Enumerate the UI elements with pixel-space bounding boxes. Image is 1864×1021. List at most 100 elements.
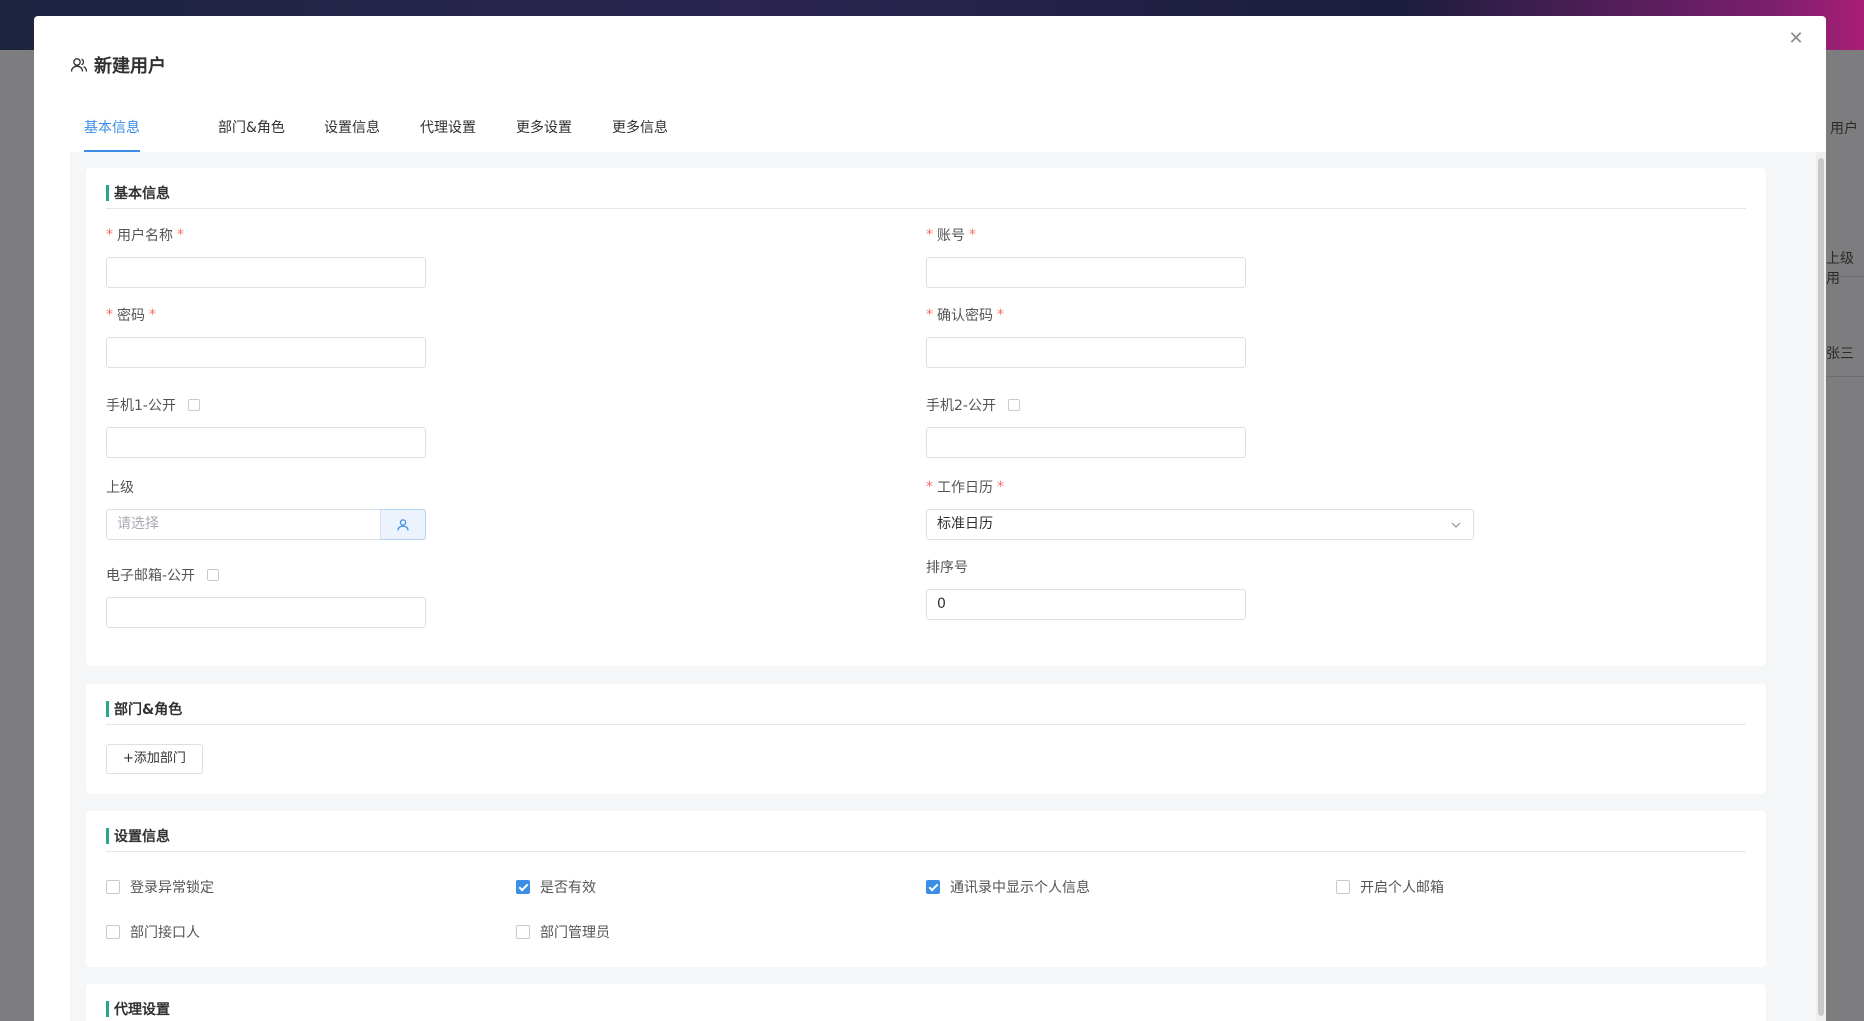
new-user-dialog: ✕ 新建用户 基本信息 部门&角色 设置信息 代理设置 更多设置 更多信息 基本…	[34, 16, 1826, 1021]
section-accent-bar	[106, 828, 109, 844]
basic-info-section: 基本信息 * 用户名称 * * 账号 * * 密码 * * 确认密码 * 手机1…	[86, 168, 1766, 666]
required-mark: *	[149, 307, 156, 323]
dept-admin-checkbox[interactable]	[516, 925, 530, 939]
is-valid-label: 是否有效	[540, 880, 596, 896]
show-in-directory-label: 通讯录中显示个人信息	[950, 880, 1090, 896]
dept-admin-option[interactable]: 部门管理员	[516, 922, 610, 942]
tab-proxy-settings[interactable]: 代理设置	[420, 106, 476, 150]
is-valid-checkbox[interactable]	[516, 880, 530, 894]
user-group-icon	[70, 58, 88, 72]
password-label: * 密码 *	[106, 305, 156, 325]
tab-more-info[interactable]: 更多信息	[612, 106, 668, 150]
section-accent-bar	[106, 185, 109, 201]
phone1-public-checkbox[interactable]	[187, 399, 200, 411]
section-title: 部门&角色	[114, 702, 183, 718]
section-title: 设置信息	[114, 829, 170, 845]
bg-divider	[1826, 376, 1864, 377]
username-input[interactable]	[106, 257, 426, 288]
tab-settings-info[interactable]: 设置信息	[324, 106, 380, 150]
dept-contact-checkbox[interactable]	[106, 925, 120, 939]
personal-email-label: 开启个人邮箱	[1360, 880, 1444, 896]
confirm-password-label-text: 确认密码	[937, 308, 993, 324]
dialog-title: 新建用户	[70, 52, 166, 78]
required-mark: *	[926, 227, 933, 243]
tab-basic-info[interactable]: 基本信息	[84, 106, 140, 152]
phone2-input[interactable]	[926, 427, 1246, 458]
close-icon[interactable]: ✕	[1784, 26, 1808, 50]
required-mark: *	[997, 479, 1004, 495]
phone2-label-text: 手机2-公开	[926, 398, 996, 414]
required-mark: *	[106, 227, 113, 243]
chevron-down-icon	[1451, 522, 1461, 528]
superior-label-text: 上级	[106, 480, 134, 496]
sort-no-label-text: 排序号	[926, 560, 968, 576]
required-mark: *	[969, 227, 976, 243]
work-calendar-label: * 工作日历 *	[926, 477, 1004, 497]
show-in-directory-checkbox[interactable]	[926, 880, 940, 894]
bg-cell: 张三	[1826, 346, 1854, 362]
dialog-title-text: 新建用户	[94, 56, 166, 77]
personal-email-checkbox[interactable]	[1336, 880, 1350, 894]
section-accent-bar	[106, 701, 109, 717]
select-user-button[interactable]	[380, 509, 426, 540]
is-valid-option[interactable]: 是否有效	[516, 877, 596, 897]
confirm-password-input[interactable]	[926, 337, 1246, 368]
required-mark: *	[106, 307, 113, 323]
scrollbar[interactable]	[1816, 152, 1826, 1021]
section-header: 代理设置	[106, 994, 1746, 1021]
form-scroll-area[interactable]: 基本信息 * 用户名称 * * 账号 * * 密码 * * 确认密码 * 手机1…	[70, 152, 1826, 1021]
email-public-checkbox[interactable]	[207, 569, 220, 581]
scrollbar-thumb[interactable]	[1818, 158, 1824, 1016]
password-label-text: 密码	[117, 308, 145, 324]
work-calendar-value: 标准日历	[937, 516, 993, 532]
phone2-public-checkbox[interactable]	[1007, 399, 1020, 411]
required-mark: *	[926, 479, 933, 495]
proxy-settings-section: 代理设置	[86, 984, 1766, 1021]
section-header: 设置信息	[106, 821, 1746, 852]
dept-admin-label: 部门管理员	[540, 925, 610, 941]
dept-contact-option[interactable]: 部门接口人	[106, 922, 200, 942]
tab-dept-role[interactable]: 部门&角色	[218, 106, 285, 150]
username-label: * 用户名称 *	[106, 225, 184, 245]
required-mark: *	[997, 307, 1004, 323]
section-accent-bar	[106, 1001, 109, 1017]
email-label: 电子邮箱-公开	[106, 565, 220, 585]
account-label-text: 账号	[937, 228, 965, 244]
settings-info-section: 设置信息 登录异常锁定 是否有效 通讯录中显示个人信息 开启个人邮箱 部门接口人	[86, 811, 1766, 967]
phone2-label: 手机2-公开	[926, 395, 1020, 415]
password-input[interactable]	[106, 337, 426, 368]
email-input[interactable]	[106, 597, 426, 628]
work-calendar-select[interactable]: 标准日历	[926, 509, 1474, 540]
tab-more-settings[interactable]: 更多设置	[516, 106, 572, 150]
tab-bar: 基本信息 部门&角色 设置信息 代理设置 更多设置 更多信息	[70, 106, 1790, 153]
phone1-label-text: 手机1-公开	[106, 398, 176, 414]
dept-contact-label: 部门接口人	[130, 925, 200, 941]
bg-column-header: 用户	[1830, 121, 1858, 137]
phone1-label: 手机1-公开	[106, 395, 200, 415]
required-mark: *	[177, 227, 184, 243]
superior-label: 上级	[106, 477, 134, 497]
bg-column-header: 上级用	[1826, 251, 1854, 287]
superior-input[interactable]: 请选择	[106, 509, 382, 540]
required-mark: *	[926, 307, 933, 323]
login-lock-option[interactable]: 登录异常锁定	[106, 877, 214, 897]
personal-email-option[interactable]: 开启个人邮箱	[1336, 877, 1444, 897]
section-header: 基本信息	[106, 178, 1746, 209]
login-lock-label: 登录异常锁定	[130, 880, 214, 896]
show-in-directory-option[interactable]: 通讯录中显示个人信息	[926, 877, 1090, 897]
email-label-text: 电子邮箱-公开	[106, 568, 196, 584]
sort-no-input[interactable]: 0	[926, 589, 1246, 620]
section-title: 基本信息	[114, 186, 170, 202]
phone1-input[interactable]	[106, 427, 426, 458]
login-lock-checkbox[interactable]	[106, 880, 120, 894]
section-title: 代理设置	[114, 1002, 170, 1018]
add-department-button[interactable]: +添加部门	[106, 744, 203, 774]
account-input[interactable]	[926, 257, 1246, 288]
bg-divider	[1826, 276, 1864, 277]
work-calendar-label-text: 工作日历	[937, 480, 993, 496]
sort-no-label: 排序号	[926, 557, 968, 577]
section-header: 部门&角色	[106, 694, 1746, 725]
username-label-text: 用户名称	[117, 228, 173, 244]
account-label: * 账号 *	[926, 225, 976, 245]
confirm-password-label: * 确认密码 *	[926, 305, 1004, 325]
